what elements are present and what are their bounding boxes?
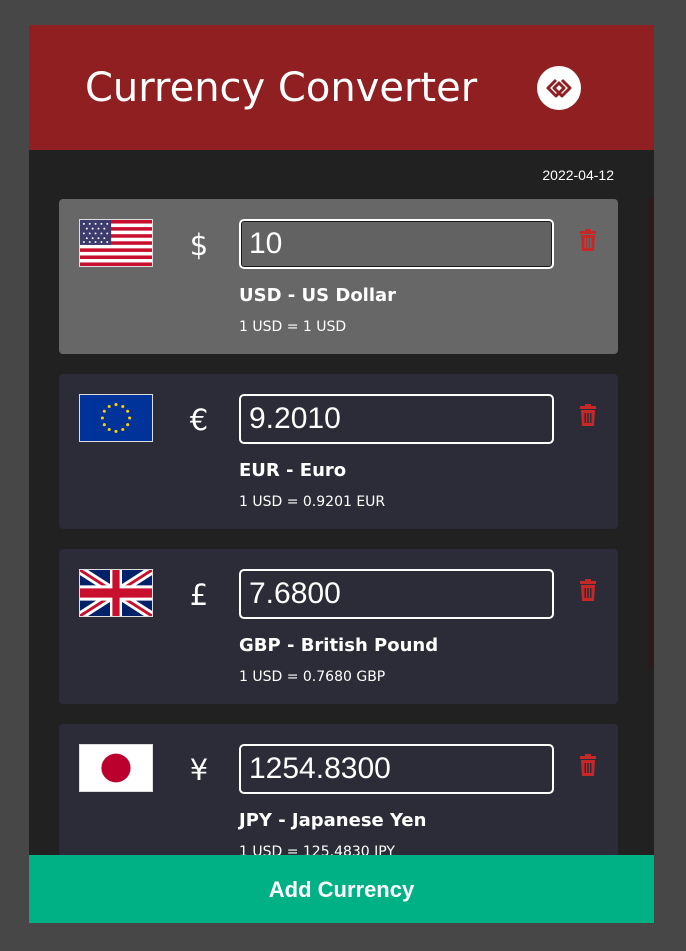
trash-icon [580,404,596,426]
currency-card-gbp[interactable]: £ GBP - British Pound 1 USD = 0.7680 GBP [59,549,618,704]
currency-converter-app: Currency Converter 2022-04-12 $ 10 USD -… [29,25,654,923]
currency-symbol: ¥ [189,753,209,787]
amount-input-usd[interactable] [239,219,554,269]
currency-name: GBP - British Pound [239,635,439,656]
amount-input-jpy[interactable] [239,744,554,794]
currency-card-eur[interactable]: € EUR - Euro 1 USD = 0.9201 EUR [59,374,618,529]
diamond-link-icon [537,66,581,110]
currency-symbol: £ [189,578,209,612]
exchange-rate: 1 USD = 0.9201 EUR [239,494,386,510]
currency-card-jpy[interactable]: ¥ JPY - Japanese Yen 1 USD = 125.4830 JP… [59,724,618,855]
currency-symbol: $ [189,228,209,262]
jp-flag-icon [79,744,153,792]
page-title: Currency Converter [85,65,478,111]
delete-eur-button[interactable] [578,404,598,426]
delete-usd-button[interactable] [578,229,598,251]
currency-name: EUR - Euro [239,460,347,481]
currency-symbol: € [189,403,209,437]
add-currency-button[interactable]: Add Currency [29,855,654,923]
trash-icon [580,229,596,251]
scrollbar[interactable] [648,198,654,668]
uk-flag-icon [79,569,153,617]
currency-name: JPY - Japanese Yen [239,810,427,831]
rates-date: 2022-04-12 [542,167,614,183]
amount-input-eur[interactable] [239,394,554,444]
exchange-rate: 1 USD = 1 USD [239,319,347,335]
delete-jpy-button[interactable] [578,754,598,776]
currency-name: USD - US Dollar [239,285,397,306]
exchange-rate: 1 USD = 125.4830 JPY [239,844,395,855]
currency-card-usd[interactable]: $ USD - US Dollar 1 USD = 1 USD [59,199,618,354]
us-flag-icon [79,219,153,267]
header: Currency Converter [29,25,654,150]
exchange-rate: 1 USD = 0.7680 GBP [239,669,386,685]
trash-icon [580,579,596,601]
eu-flag-icon [79,394,153,442]
trash-icon [580,754,596,776]
currency-list: $ USD - US Dollar 1 USD = 1 USD [59,199,618,855]
amount-input-gbp[interactable] [239,569,554,619]
delete-gbp-button[interactable] [578,579,598,601]
